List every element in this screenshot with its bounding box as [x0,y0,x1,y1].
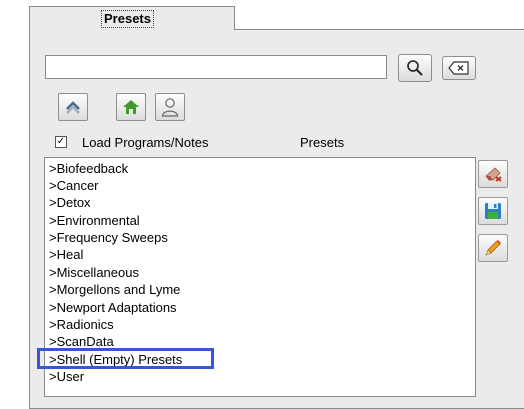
home-button[interactable] [116,93,146,121]
list-item[interactable]: >Newport Adaptations [49,299,177,316]
up-button[interactable] [58,93,88,121]
edit-preset-button[interactable] [478,234,508,262]
selection-highlight [37,348,214,369]
delete-preset-button[interactable] [478,160,508,188]
home-icon [123,100,139,114]
list-item[interactable]: >Environmental [49,212,140,229]
list-item[interactable]: >Morgellons and Lyme [49,281,180,298]
list-item[interactable]: >User [49,368,84,385]
search-button[interactable] [398,54,432,82]
chevron-up-icon [66,101,80,114]
search-input[interactable] [45,55,387,79]
list-item[interactable]: >Radionics [49,316,114,333]
list-item[interactable]: >Heal [49,246,83,263]
list-item[interactable]: >Cancer [49,177,99,194]
save-preset-button[interactable] [478,197,508,225]
user-icon [161,98,179,117]
tab-presets[interactable]: Presets [29,6,235,30]
erase-icon [485,167,502,182]
clear-search-button[interactable] [442,56,476,80]
user-button[interactable] [155,93,185,121]
list-item[interactable]: >Miscellaneous [49,264,139,281]
presets-column-label: Presets [300,135,345,150]
load-programs-label: Load Programs/Notes [82,135,209,150]
list-item[interactable]: >Biofeedback [49,160,128,177]
tab-presets-label: Presets [101,10,154,28]
pencil-icon [485,240,501,256]
list-item[interactable]: >Detox [49,194,91,211]
save-disk-icon [485,203,501,219]
magnifier-icon [407,60,423,76]
list-item[interactable]: >Frequency Sweeps [49,229,168,246]
load-programs-checkbox[interactable]: ✓ [55,136,67,148]
backspace-clear-icon [448,61,469,75]
